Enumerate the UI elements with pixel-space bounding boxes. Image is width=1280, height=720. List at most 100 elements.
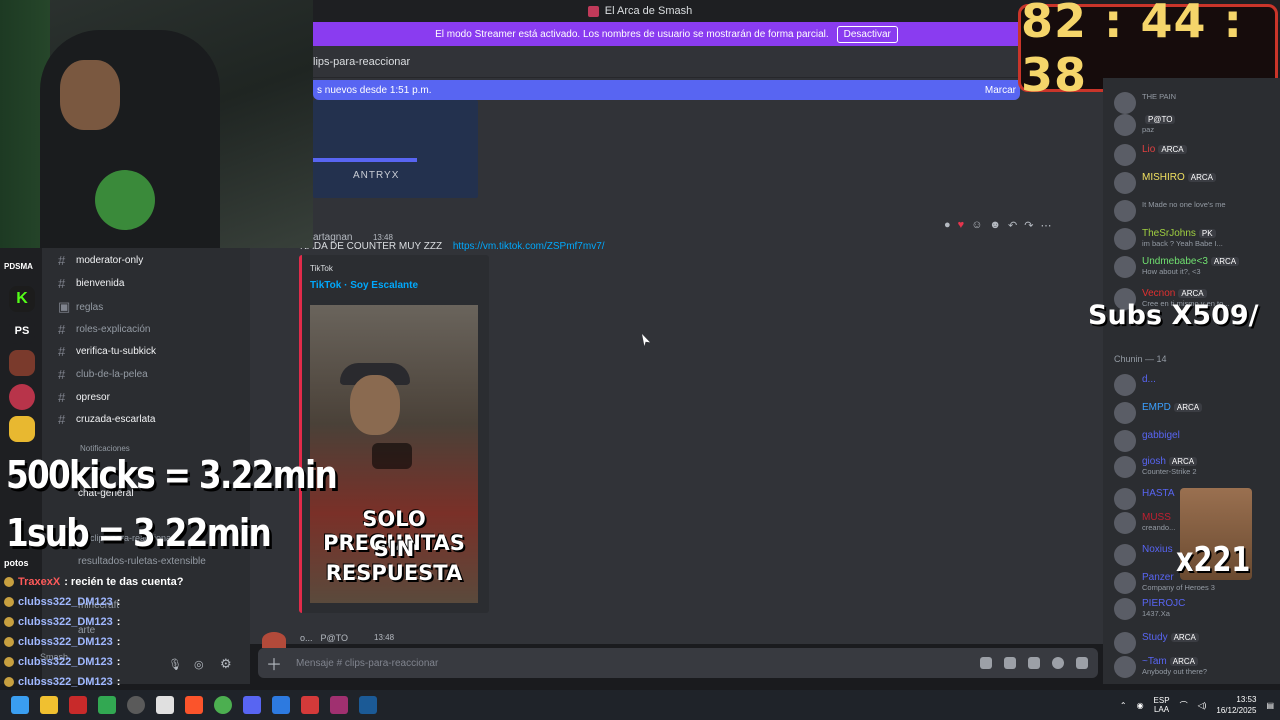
play-app-icon[interactable] — [98, 696, 116, 714]
next-message-time: 13:48 — [374, 633, 395, 642]
forward-icon[interactable]: ↷ — [1024, 219, 1033, 232]
member-status: Anybody out there? — [1142, 667, 1208, 676]
channel-item[interactable]: ▣ reglas — [58, 299, 103, 315]
obs-icon[interactable] — [127, 696, 145, 714]
member-row[interactable]: Study ARCA — [1114, 632, 1199, 654]
brave-browser-icon[interactable] — [185, 696, 203, 714]
member-row[interactable]: ~Tam ARCA Anybody out there? — [1114, 656, 1207, 678]
member-row[interactable]: MUSS creando... — [1114, 512, 1175, 534]
chat-username[interactable]: clubss322_DM123 — [18, 616, 113, 628]
hash-icon: # — [58, 276, 66, 291]
server-icon-avatar[interactable] — [9, 350, 35, 376]
member-row[interactable]: P@TO paz — [1114, 114, 1176, 136]
reaction-icon[interactable]: ● — [944, 219, 951, 231]
chevron-up-icon[interactable]: ⌃ — [1120, 701, 1127, 710]
emoji-picker-icon[interactable] — [1052, 657, 1064, 669]
avatar[interactable] — [262, 632, 286, 648]
member-row[interactable]: TheSrJohns PK im back ? Yeah Babe I... — [1114, 228, 1223, 250]
apps-icon[interactable] — [1076, 657, 1088, 669]
server-icon — [587, 5, 599, 17]
message-composer[interactable]: ＋ Mensaje # clips-para-reaccionar — [258, 648, 1098, 678]
add-attachment-icon[interactable]: ＋ — [266, 651, 282, 675]
avatar — [1114, 144, 1136, 166]
sticker-icon[interactable] — [1028, 657, 1040, 669]
app-icon[interactable] — [69, 696, 87, 714]
progress-bar — [313, 158, 417, 162]
channel-label: cruzada-escarlata — [76, 414, 156, 425]
badge-icon — [4, 677, 14, 687]
channel-item[interactable]: # moderator-only — [58, 253, 143, 268]
chat-username[interactable]: clubss322_DM123 — [18, 676, 113, 688]
hash-icon: # — [58, 253, 66, 268]
chat-username[interactable]: clubss322_DM123 — [18, 596, 113, 608]
channel-label: opresor — [76, 392, 110, 403]
member-tag: ARCA — [1187, 173, 1217, 182]
channel-item[interactable]: # roles-explicación — [58, 322, 150, 337]
app-icon[interactable] — [301, 696, 319, 714]
app-icon[interactable] — [272, 696, 290, 714]
heart-icon[interactable]: ♥ — [958, 219, 965, 231]
next-message-author[interactable]: o... — [300, 633, 313, 643]
channel-item[interactable]: # club-de-la-pelea — [58, 367, 148, 382]
mark-read-button[interactable]: Marcar — [985, 85, 1016, 96]
composer-tools — [980, 657, 1098, 669]
chat-username[interactable]: clubss322_DM123 — [18, 656, 113, 668]
more-icon[interactable]: ⋯ — [1040, 219, 1051, 232]
member-row[interactable]: gabbigel — [1114, 430, 1180, 452]
lang-label: ESP — [1153, 696, 1170, 705]
member-status: 1437.Xa — [1142, 609, 1170, 618]
member-row[interactable]: EMPD ARCA — [1114, 402, 1203, 424]
channel-item[interactable]: # bienvenida — [58, 276, 124, 291]
discord-icon[interactable] — [243, 696, 261, 714]
emoji-icon[interactable]: ☺ — [971, 219, 982, 231]
channel-item[interactable]: # verifica-tu-subkick — [58, 344, 156, 359]
window-title: El Arca de Smash — [604, 5, 693, 17]
channel-item[interactable]: # opresor — [58, 390, 110, 405]
reply-icon[interactable]: ↶ — [1008, 219, 1017, 232]
network-icon[interactable]: ◉ — [1137, 701, 1144, 710]
add-reaction-icon[interactable]: ☻ — [989, 219, 1001, 231]
previous-attachment-image[interactable]: ANTRYX — [313, 100, 478, 198]
member-row[interactable]: Undmebabe<3 ARCA How about it?, <3 — [1114, 256, 1240, 278]
chrome-icon[interactable] — [214, 696, 232, 714]
gif-icon[interactable] — [1004, 657, 1016, 669]
play-icon[interactable] — [372, 443, 412, 469]
member-row[interactable]: THE PAIN — [1114, 92, 1176, 114]
deactivate-button[interactable]: Desactivar — [836, 25, 898, 43]
member-row[interactable]: d... — [1114, 374, 1156, 396]
member-row[interactable]: Noxius — [1114, 544, 1173, 566]
wifi-icon[interactable]: ⌒ — [1180, 700, 1188, 711]
member-row[interactable]: PIEROJC 1437.Xa — [1114, 598, 1185, 620]
clock[interactable]: 13:53 16/12/2025 — [1216, 694, 1256, 716]
windows-start-icon[interactable] — [11, 696, 29, 714]
chat-text: : — [116, 656, 121, 668]
member-row[interactable]: giosh ARCA Counter-Strike 2 — [1114, 456, 1198, 478]
member-status: Company of Heroes 3 — [1142, 583, 1215, 592]
steam-icon[interactable] — [359, 696, 377, 714]
gift-icon[interactable] — [980, 657, 992, 669]
member-row[interactable]: MISHIRO ARCA — [1114, 172, 1217, 194]
member-row[interactable]: It Made no one love's me — [1114, 200, 1226, 222]
embed-title[interactable]: TikTok · Soy Escalante — [310, 280, 418, 291]
file-explorer-icon[interactable] — [40, 696, 58, 714]
server-icon-arca[interactable] — [9, 384, 35, 410]
chat-text: : — [116, 676, 121, 688]
message-link[interactable]: https://vm.tiktok.com/ZSPmf7mv7/ — [453, 241, 605, 252]
member-row[interactable]: HASTA — [1114, 488, 1175, 510]
chat-username[interactable]: clubss322_DM123 — [18, 636, 113, 648]
new-messages-bar[interactable]: s nuevos desde 1:51 p.m. Marcar — [313, 80, 1020, 100]
language-indicator[interactable]: ESP LAA — [1154, 696, 1170, 714]
valorant-icon[interactable] — [330, 696, 348, 714]
ps-server-icon[interactable]: PS — [9, 318, 35, 344]
channel-item[interactable]: # cruzada-escarlata — [58, 412, 155, 427]
webcam-overlay — [0, 0, 313, 248]
server-icon-game[interactable] — [9, 416, 35, 442]
chat-username[interactable]: TraxexX — [18, 576, 60, 588]
member-tag: ARCA — [1173, 403, 1203, 412]
next-message-tag: P@TO — [320, 633, 348, 643]
notifications-icon[interactable]: ▤ — [1266, 701, 1274, 710]
kick-server-icon[interactable]: K — [9, 286, 35, 312]
app-icon[interactable] — [156, 696, 174, 714]
volume-icon[interactable]: ◁) — [1198, 701, 1207, 710]
member-row[interactable]: Lio ARCA — [1114, 144, 1187, 166]
